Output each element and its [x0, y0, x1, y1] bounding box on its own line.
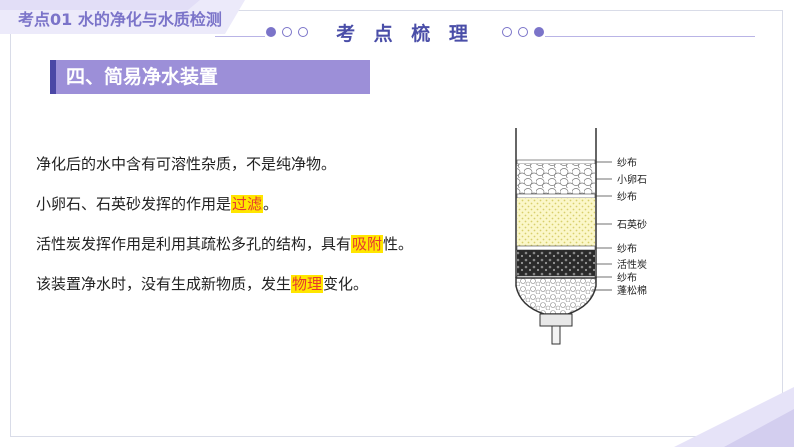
label-gauze: 纱布: [617, 243, 637, 255]
cotton-layer: [515, 277, 597, 315]
label-gauze: 纱布: [617, 191, 637, 203]
label-gauze: 纱布: [617, 272, 637, 284]
point-text: 性。: [383, 235, 414, 253]
point-text: 活性炭发挥作用是利用其疏松多孔的结构，具有: [36, 235, 352, 253]
dot-icon: [282, 27, 293, 37]
dot-icon: [298, 27, 309, 37]
point-4: 该装置净水时，没有生成新物质，发生物理变化。: [36, 272, 456, 312]
highlight-keyword: 吸附: [351, 235, 384, 253]
highlight-keyword: 物理: [291, 275, 324, 293]
point-2: 小卵石、石英砂发挥的作用是过滤。: [36, 192, 456, 232]
point-text: 该装置净水时，没有生成新物质，发生: [36, 275, 292, 293]
pebble-layer: [517, 164, 595, 194]
gauze-layer: [516, 193, 596, 199]
label-quartz-sand: 石英砂: [617, 218, 647, 231]
gauze-layer: [516, 159, 596, 165]
highlight-keyword: 过滤: [231, 195, 264, 213]
water-filter-diagram: 纱布 小卵石 纱布 石英砂 纱布 活性炭 纱布 蓬松棉: [500, 118, 700, 348]
key-points: 净化后的水中含有可溶性杂质，不是纯净物。 小卵石、石英砂发挥的作用是过滤。 活性…: [36, 152, 456, 312]
point-text: 变化。: [323, 275, 369, 293]
stopper: [539, 313, 573, 327]
section-header: 考 点 梳 理: [260, 22, 550, 45]
dot-icon: [517, 27, 528, 37]
point-text: 净化后的水中含有可溶性杂质，不是纯净物。: [36, 155, 337, 173]
dot-icon: [266, 27, 277, 37]
header-rule-left: [215, 36, 265, 37]
corner-decoration: [674, 387, 794, 447]
point-3: 活性炭发挥作用是利用其疏松多孔的结构，具有吸附性。: [36, 232, 456, 272]
dot-icon: [501, 27, 512, 37]
point-text: 小卵石、石英砂发挥的作用是: [36, 195, 232, 213]
subtitle-bar: 四、简易净水装置: [50, 60, 370, 94]
label-cotton: 蓬松棉: [617, 284, 647, 297]
header-rule-right: [545, 36, 755, 37]
point-1: 净化后的水中含有可溶性杂质，不是纯净物。: [36, 152, 456, 192]
label-activated-carbon: 活性炭: [617, 258, 647, 271]
sand-layer: [517, 198, 595, 246]
label-pebbles: 小卵石: [617, 174, 647, 186]
dot-icon: [533, 27, 544, 37]
gauze-layer: [516, 245, 596, 251]
point-text: 。: [263, 195, 279, 213]
label-gauze: 纱布: [617, 157, 637, 169]
carbon-layer: [517, 250, 595, 276]
section-label: 考 点 梳 理: [336, 22, 474, 45]
outlet-tube: [551, 325, 561, 345]
lesson-title: 考点01 水的净化与水质检测: [18, 10, 222, 29]
